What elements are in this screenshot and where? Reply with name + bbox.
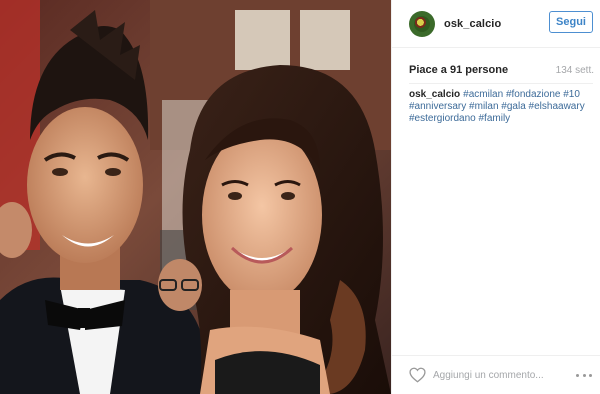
hashtag-link[interactable]: #milan (469, 101, 498, 112)
post-sidebar: osk_calcio Segui Piace a 91 persone 134 … (391, 0, 600, 394)
club-badge-avatar[interactable] (409, 10, 435, 37)
likes-row: Piace a 91 persone 134 sett. (409, 63, 594, 77)
post-caption: osk_calcio #acmilan #fondazione #10 #anni… (409, 89, 594, 125)
hashtag-link[interactable]: #10 (563, 89, 580, 100)
dot (589, 373, 592, 377)
post-header: osk_calcio Segui (392, 0, 600, 48)
hashtag-link[interactable]: #anniversary (409, 101, 466, 112)
hashtag-link[interactable]: #estergiordano (409, 113, 476, 124)
post-photo-image (0, 0, 391, 394)
dot (582, 373, 586, 377)
comment-input[interactable] (433, 369, 563, 381)
post-photo[interactable] (0, 0, 391, 394)
hashtag-link[interactable]: #elshaawary (529, 101, 585, 112)
dot (576, 373, 579, 377)
caption-divider (409, 83, 593, 84)
hashtag-link[interactable]: #gala (501, 101, 525, 112)
heart-icon[interactable] (409, 367, 426, 383)
hashtag-link[interactable]: #fondazione (506, 89, 561, 100)
club-badge-icon (414, 15, 430, 32)
instagram-post: osk_calcio Segui Piace a 91 persone 134 … (0, 0, 600, 394)
post-footer (392, 355, 600, 394)
follow-button[interactable]: Segui (549, 11, 593, 33)
hashtag-link[interactable]: #acmilan (463, 89, 503, 100)
caption-username[interactable]: osk_calcio (409, 89, 460, 100)
post-timestamp[interactable]: 134 sett. (556, 65, 594, 76)
likes-count[interactable]: Piace a 91 persone (409, 64, 508, 76)
more-options-icon[interactable] (576, 371, 592, 379)
hashtag-link[interactable]: #family (479, 113, 511, 124)
author-username[interactable]: osk_calcio (444, 18, 501, 30)
